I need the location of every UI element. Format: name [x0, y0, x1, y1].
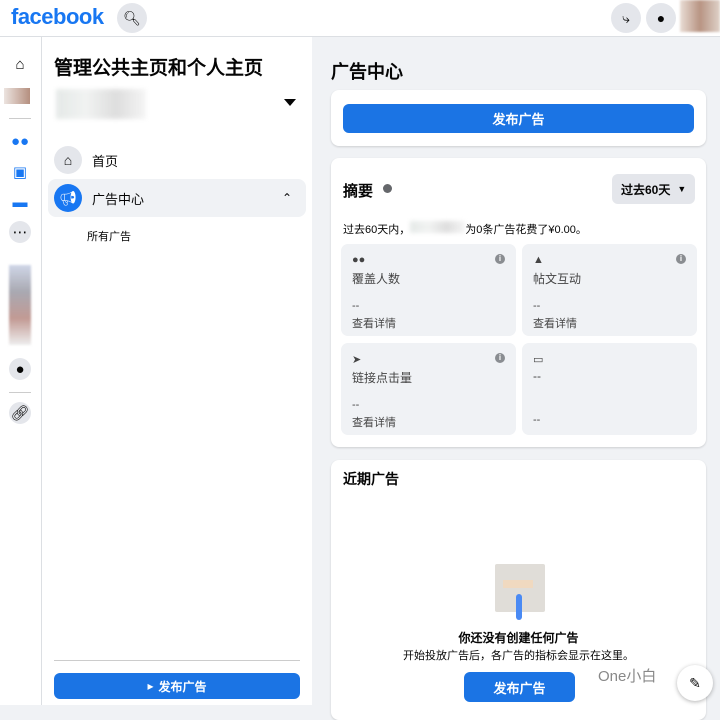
summary-title: 摘要 [343, 183, 374, 200]
friends-icon[interactable]: ●● [9, 130, 31, 152]
summary-card: 摘要 过去60天 ▼ 过去60天内， 为0条广告花费了¥0.00。 ●● i 覆盖人… [331, 158, 706, 447]
publish-ad-button-recent[interactable]: 发布广告 [464, 672, 575, 702]
marketplace-icon[interactable]: ▣ [9, 161, 31, 183]
page-switch-dropdown-icon[interactable] [284, 99, 296, 106]
summary-description: 过去60天内， 为0条广告花费了¥0.00。 [343, 221, 587, 237]
megaphone-icon: 📢︎ [54, 184, 82, 212]
metric-reach[interactable]: ●● i 覆盖人数 -- 查看详情 [341, 244, 516, 336]
metric-label: 帖文互动 [533, 272, 582, 286]
home-icon[interactable]: ⌂ [9, 53, 31, 75]
info-icon[interactable]: i [495, 353, 505, 363]
top-bar: facebook 🔍︎ ⤷ ● [0, 0, 720, 37]
search-icon: 🔍︎ [123, 9, 141, 26]
view-details-link[interactable]: 查看详情 [352, 414, 396, 430]
page-name-blurred [56, 89, 146, 119]
page-avatar[interactable] [4, 88, 30, 104]
nav-label: 首页 [92, 153, 119, 169]
panel-title: 管理公共主页和个人主页 [54, 58, 264, 79]
shortcut-avatars[interactable] [9, 265, 31, 345]
people-icon: ●● [352, 254, 366, 266]
empty-title: 你还没有创建任何广告 [458, 631, 579, 645]
metric-other[interactable]: ▭ -- -- [522, 343, 697, 435]
divider [9, 392, 31, 393]
caret-down-icon: ▼ [677, 184, 687, 194]
metric-label: -- [533, 369, 541, 383]
page-name-blurred [410, 221, 466, 233]
groups-icon[interactable]: ● [9, 358, 31, 380]
messenger-button[interactable]: ⤷ [611, 3, 641, 33]
desc-prefix: 过去60天内， [343, 224, 411, 236]
publish-ad-button-sidebar[interactable]: ▸ 发布广告 [54, 673, 300, 699]
home-icon: ⌂ [54, 146, 82, 174]
nav-ad-center[interactable]: 📢︎ 广告中心 ⌃ [48, 179, 306, 217]
publish-card: 发布广告 [331, 90, 706, 146]
info-icon[interactable]: i [676, 254, 686, 264]
recent-ads-title: 近期广告 [343, 471, 399, 487]
megaphone-icon: ▸ [147, 679, 154, 693]
watermark: One小白 [598, 668, 657, 685]
manage-panel: 管理公共主页和个人主页 ⌂ 首页 📢︎ 广告中心 ⌃ 所有广告 ▸ 发布广告 [42, 37, 312, 705]
info-icon[interactable] [383, 184, 392, 193]
button-label: 发布广告 [158, 679, 207, 694]
publish-ad-button[interactable]: 发布广告 [343, 104, 694, 133]
metric-value: -- [533, 300, 541, 312]
metric-value: -- [533, 414, 541, 426]
metric-label: 覆盖人数 [352, 272, 401, 286]
divider [54, 660, 300, 661]
metric-value: -- [352, 399, 360, 411]
metric-label: 链接点击量 [352, 371, 413, 385]
cursor-icon: ➤ [352, 354, 362, 366]
nav-all-ads[interactable]: 所有广告 [87, 228, 131, 244]
notifications-button[interactable]: ● [646, 3, 676, 33]
tablet-icon: ▭ [533, 354, 544, 366]
view-details-link[interactable]: 查看详情 [352, 315, 396, 331]
gaming-icon[interactable]: ▬ [9, 191, 31, 213]
metric-engagement[interactable]: ▲ i 帖文互动 -- 查看详情 [522, 244, 697, 336]
date-range-value: 过去60天 [621, 182, 671, 197]
paint-roller-illustration [495, 564, 545, 620]
messenger-icon: ⤷ [622, 9, 630, 26]
menu-grid-icon[interactable]: ⋯ [9, 221, 31, 243]
main-title: 广告中心 [331, 62, 403, 82]
left-rail: ⌂ ●● ▣ ▬ ⋯ ● 🔗︎ [0, 37, 42, 705]
metric-value: -- [352, 300, 360, 312]
divider [9, 118, 31, 119]
chevron-up-icon[interactable]: ⌃ [282, 191, 292, 205]
metric-link-clicks[interactable]: ➤ i 链接点击量 -- 查看详情 [341, 343, 516, 435]
desc-suffix: 为0条广告花费了¥0.00。 [465, 224, 587, 236]
nav-home[interactable]: ⌂ 首页 [48, 141, 306, 179]
link-icon[interactable]: 🔗︎ [9, 402, 31, 424]
date-range-select[interactable]: 过去60天 ▼ [612, 174, 695, 204]
info-icon[interactable]: i [495, 254, 505, 264]
new-message-button[interactable]: ✎ [677, 665, 713, 701]
thumbs-up-icon: ▲ [533, 254, 544, 266]
nav-label: 广告中心 [92, 191, 145, 207]
search-button[interactable]: 🔍︎ [117, 3, 147, 33]
compose-icon: ✎ [689, 674, 701, 691]
empty-description: 开始投放广告后，各广告的指标会显示在这里。 [403, 650, 634, 662]
facebook-logo[interactable]: facebook [11, 4, 104, 30]
view-details-link[interactable]: 查看详情 [533, 315, 577, 331]
profile-avatar[interactable] [680, 0, 720, 32]
bell-icon: ● [656, 10, 666, 26]
